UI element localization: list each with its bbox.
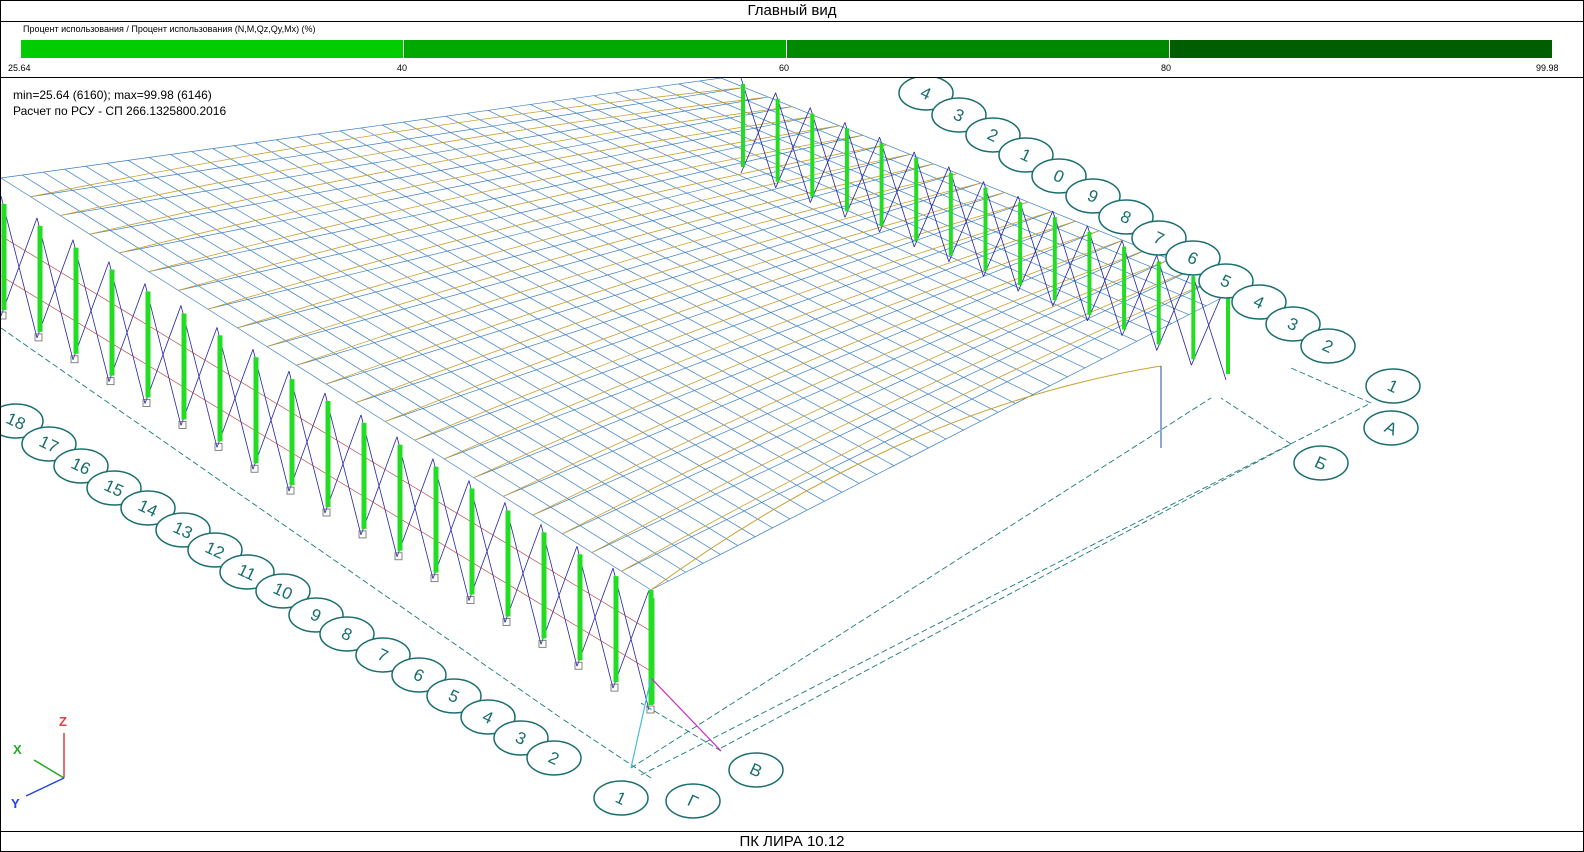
window-title: Главный вид [1,1,1583,22]
brace-line [948,181,984,262]
mesh-line [89,106,792,235]
grid-line [650,677,722,752]
scale-tick-40: 40 [397,63,408,73]
grid-line [1290,367,1372,404]
grid-line [630,677,652,769]
mesh-line [119,115,816,254]
end-rafter [650,365,1162,591]
mesh-line [503,239,1123,497]
mesh-line [473,230,1100,478]
mesh-line [562,259,1171,535]
y-axis-label: Y [11,796,20,811]
mesh-line [266,163,934,347]
coordinate-triad: Z X Y [11,714,67,811]
min-max-info: min=25.64 (6160); max=99.98 (6146) [13,88,212,102]
legend-caption: Процент использования / Процент использо… [23,24,316,34]
calculation-info: Расчет по РСУ - СП 266.1325800.2016 [13,104,227,118]
grid-line [630,397,1212,769]
grid-bubble-right-12: 2 [1300,328,1356,364]
brace-line [879,151,915,233]
brace-line [1052,225,1088,307]
scale-tick-min: 25.64 [8,63,31,73]
scale-tick-max: 99.98 [1536,63,1559,73]
z-axis-label: Z [59,714,67,729]
main-view-window: Главный вид Процент использования / Проц… [0,0,1584,852]
grid-axis-bubbles: 1817161514131211109876543214321098765432… [1,78,1421,819]
structural-model-drawing[interactable]: 1817161514131211109876543214321098765432… [1,78,1583,830]
brace-line [809,122,846,203]
grid-bubble-letter-2: В [728,752,784,788]
grid-bubble-letter-1: Б [1293,445,1349,481]
grid-bubble-letter-0: А [1363,410,1419,446]
scale-tick-80: 80 [1161,63,1172,73]
grid-line [640,702,722,752]
mesh-line [444,220,1076,460]
app-footer: ПК ЛИРА 10.12 [1,831,1583,852]
scale-segment-3 [787,40,1170,58]
color-scale-bar[interactable] [21,40,1553,58]
mesh-line [296,173,958,366]
x-axis-line [33,759,65,779]
mesh-line [650,287,1242,591]
y-axis-line [25,777,65,797]
brace-line [1121,255,1158,336]
grid-bubble-right-13: 1 [1365,368,1421,404]
grid-bubble-letter-3: Г [665,783,721,819]
scale-segment-2 [404,40,787,58]
scale-tick-60: 60 [779,63,790,73]
grid-line [1220,397,1292,445]
grid-bubble-left-1: 1 [593,780,649,816]
mesh-line [237,154,911,329]
scale-segment-1 [21,40,404,58]
x-axis-label: X [13,742,22,757]
scale-segment-4 [1170,40,1553,58]
grid-line [720,443,1292,749]
utilization-legend: Процент использования / Процент использо… [1,22,1583,78]
grid-bubble-left-2: 2 [526,740,582,776]
grid-line [1,327,562,719]
model-viewport[interactable]: 18 17 16 15 14 13 12 11 10 9 8 7 6 5 4 3 2 1 4 3 2 1 0 9 8 7 6 5 4 3 2… [1,78,1583,830]
